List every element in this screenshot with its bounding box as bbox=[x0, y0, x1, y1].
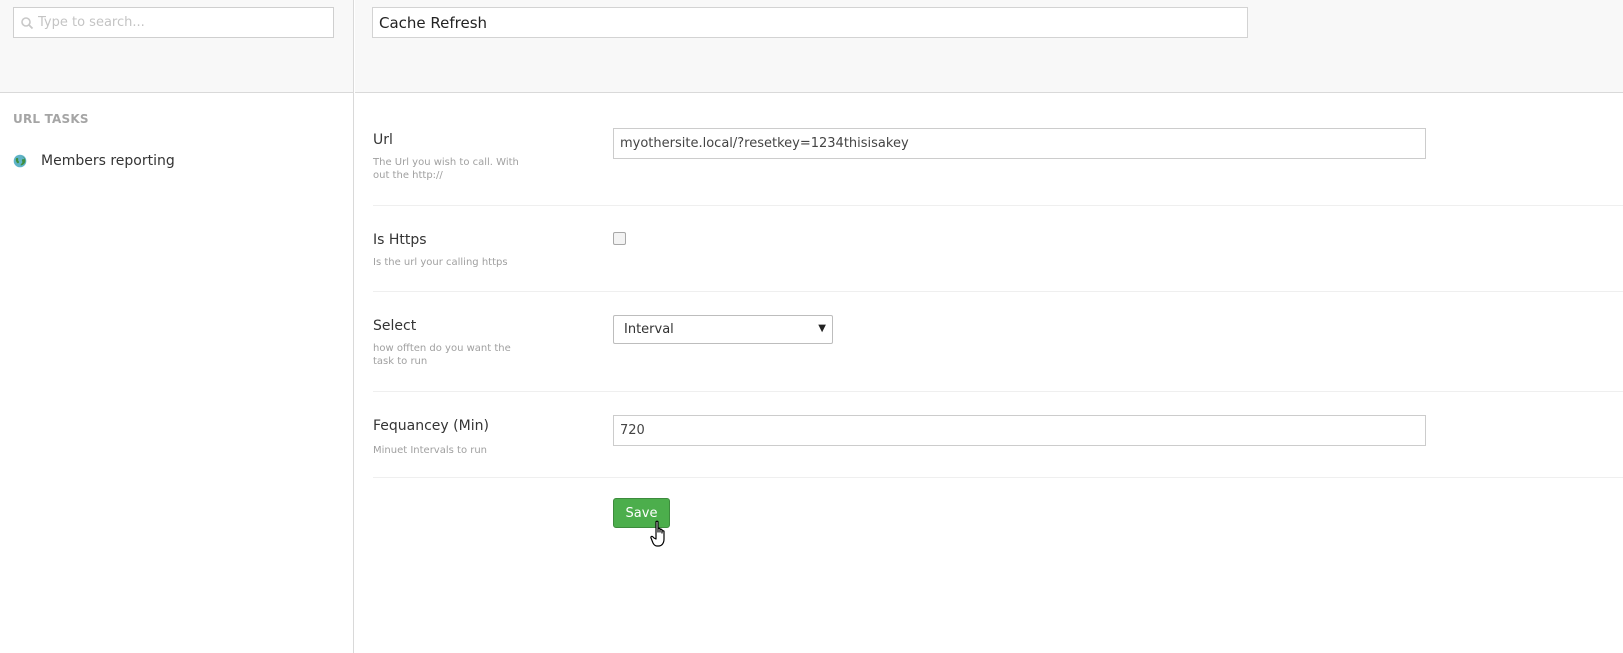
select-description: how offten do you want the task to run bbox=[373, 343, 511, 367]
property-row-url: Url The Url you wish to call. With out t… bbox=[373, 110, 1623, 206]
property-row-is-https: Is Https Is the url your calling https bbox=[373, 206, 1623, 292]
search-icon bbox=[21, 17, 34, 30]
dropdown-arrow-icon: ▼ bbox=[818, 323, 826, 334]
tree-item-label: Members reporting bbox=[41, 153, 175, 169]
editor-header bbox=[355, 0, 1623, 93]
frequency-input[interactable] bbox=[613, 415, 1426, 446]
sidebar: URL TASKS Members reporting bbox=[0, 0, 354, 653]
url-label: Url bbox=[373, 132, 393, 148]
save-button[interactable]: Save bbox=[613, 498, 670, 528]
select-value: Interval bbox=[624, 322, 674, 337]
search-box[interactable] bbox=[13, 7, 334, 38]
url-input[interactable] bbox=[613, 128, 1426, 159]
frequency-label: Fequancey (Min) bbox=[373, 418, 489, 434]
is-https-label: Is Https bbox=[373, 232, 427, 248]
frequency-description: Minuet Intervals to run bbox=[373, 445, 488, 456]
globe-icon bbox=[13, 154, 27, 168]
property-row-select: Select how offten do you want the task t… bbox=[373, 292, 1623, 392]
name-input[interactable] bbox=[372, 7, 1248, 38]
schedule-select[interactable]: Interval ▼ bbox=[613, 315, 833, 344]
property-row-frequency: Fequancey (Min) Minuet Intervals to run bbox=[373, 392, 1623, 478]
tree-section-title: URL TASKS bbox=[13, 112, 89, 126]
is-https-description: Is the url your calling https bbox=[373, 257, 508, 268]
is-https-checkbox[interactable] bbox=[613, 232, 626, 245]
search-input[interactable] bbox=[38, 8, 330, 37]
app-window: URL TASKS Members reporting Url The Url … bbox=[0, 0, 1623, 653]
url-description: The Url you wish to call. With out the h… bbox=[373, 157, 519, 181]
tree-item-members-reporting[interactable]: Members reporting bbox=[13, 149, 333, 173]
sidebar-header bbox=[0, 0, 353, 93]
select-label: Select bbox=[373, 318, 417, 334]
